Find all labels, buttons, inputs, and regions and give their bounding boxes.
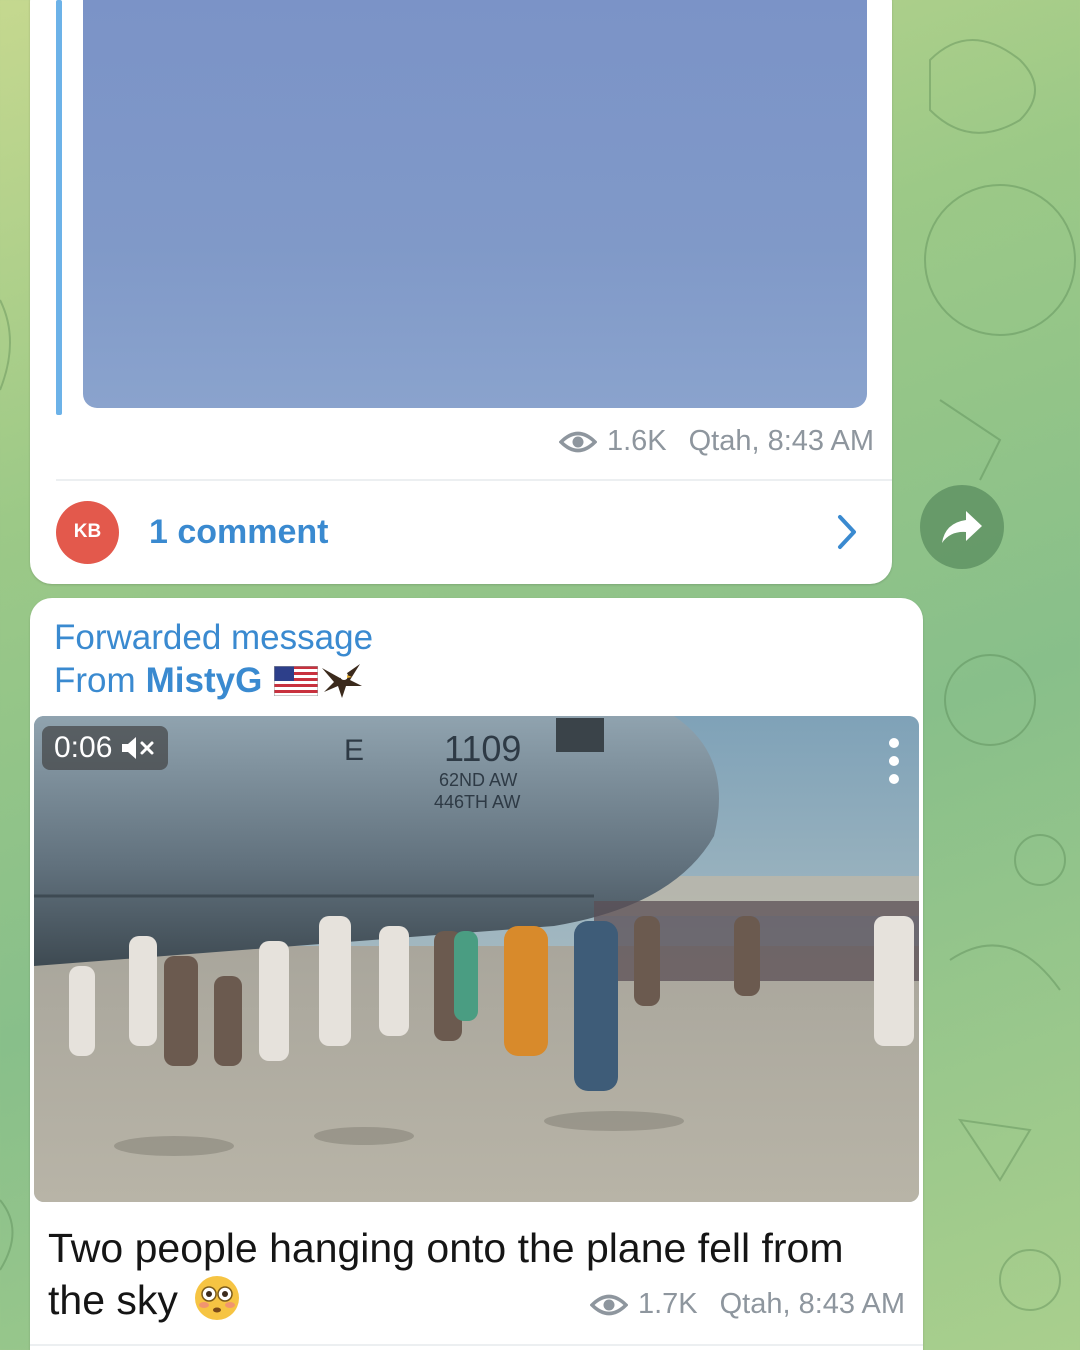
message-bubble-1[interactable]: 1.6K Qtah, 8:43 AM KB 1 comment — [30, 0, 892, 584]
plane-tail-number: 1109 — [444, 728, 521, 769]
avatar: KB — [56, 500, 119, 564]
media-preview[interactable] — [83, 0, 867, 408]
forwarded-label: Forwarded message — [54, 618, 374, 657]
message-bubble-2[interactable]: Forwarded message From MistyG 1109 62ND … — [30, 598, 923, 1350]
svg-text:E: E — [344, 734, 364, 767]
duration-text: 0:06 — [54, 731, 113, 764]
divider — [30, 1344, 923, 1346]
timestamp: Qtah, 8:43 AM — [719, 1288, 905, 1320]
message-meta: 1.6K Qtah, 8:43 AM — [558, 425, 874, 458]
comments-button[interactable]: KB 1 comment — [56, 500, 862, 564]
share-button[interactable] — [920, 485, 1004, 569]
sender-name[interactable]: MistyG — [146, 661, 263, 701]
flushed-face-emoji — [195, 1276, 240, 1320]
chevron-right-icon[interactable] — [832, 512, 862, 552]
plane-text-line1: 62ND AW — [439, 770, 517, 790]
eye-icon — [558, 431, 597, 452]
share-arrow-icon — [942, 511, 982, 543]
us-flag-emoji — [274, 666, 319, 696]
quote-bar — [56, 0, 62, 415]
views-count: 1.7K — [637, 1288, 698, 1320]
video-duration[interactable]: 0:06 — [42, 726, 169, 770]
plane-text-line2: 446TH AW — [434, 792, 520, 812]
eye-icon — [589, 1294, 628, 1315]
volume-muted-icon[interactable] — [120, 735, 156, 761]
views-count: 1.6K — [606, 425, 667, 457]
comments-count[interactable]: 1 comment — [149, 513, 329, 552]
eagle-emoji — [322, 664, 363, 698]
divider — [56, 479, 892, 481]
message-meta: 1.7K Qtah, 8:43 AM — [589, 1288, 905, 1321]
video-frame: 1109 62ND AW 446TH AW E — [34, 716, 919, 1202]
from-prefix: From — [54, 661, 136, 700]
timestamp: Qtah, 8:43 AM — [688, 425, 874, 457]
forwarded-from[interactable]: From MistyG — [54, 661, 364, 701]
video-player[interactable]: 1109 62ND AW 446TH AW E 0:06 — [34, 716, 919, 1202]
more-vertical-icon[interactable] — [887, 736, 901, 786]
